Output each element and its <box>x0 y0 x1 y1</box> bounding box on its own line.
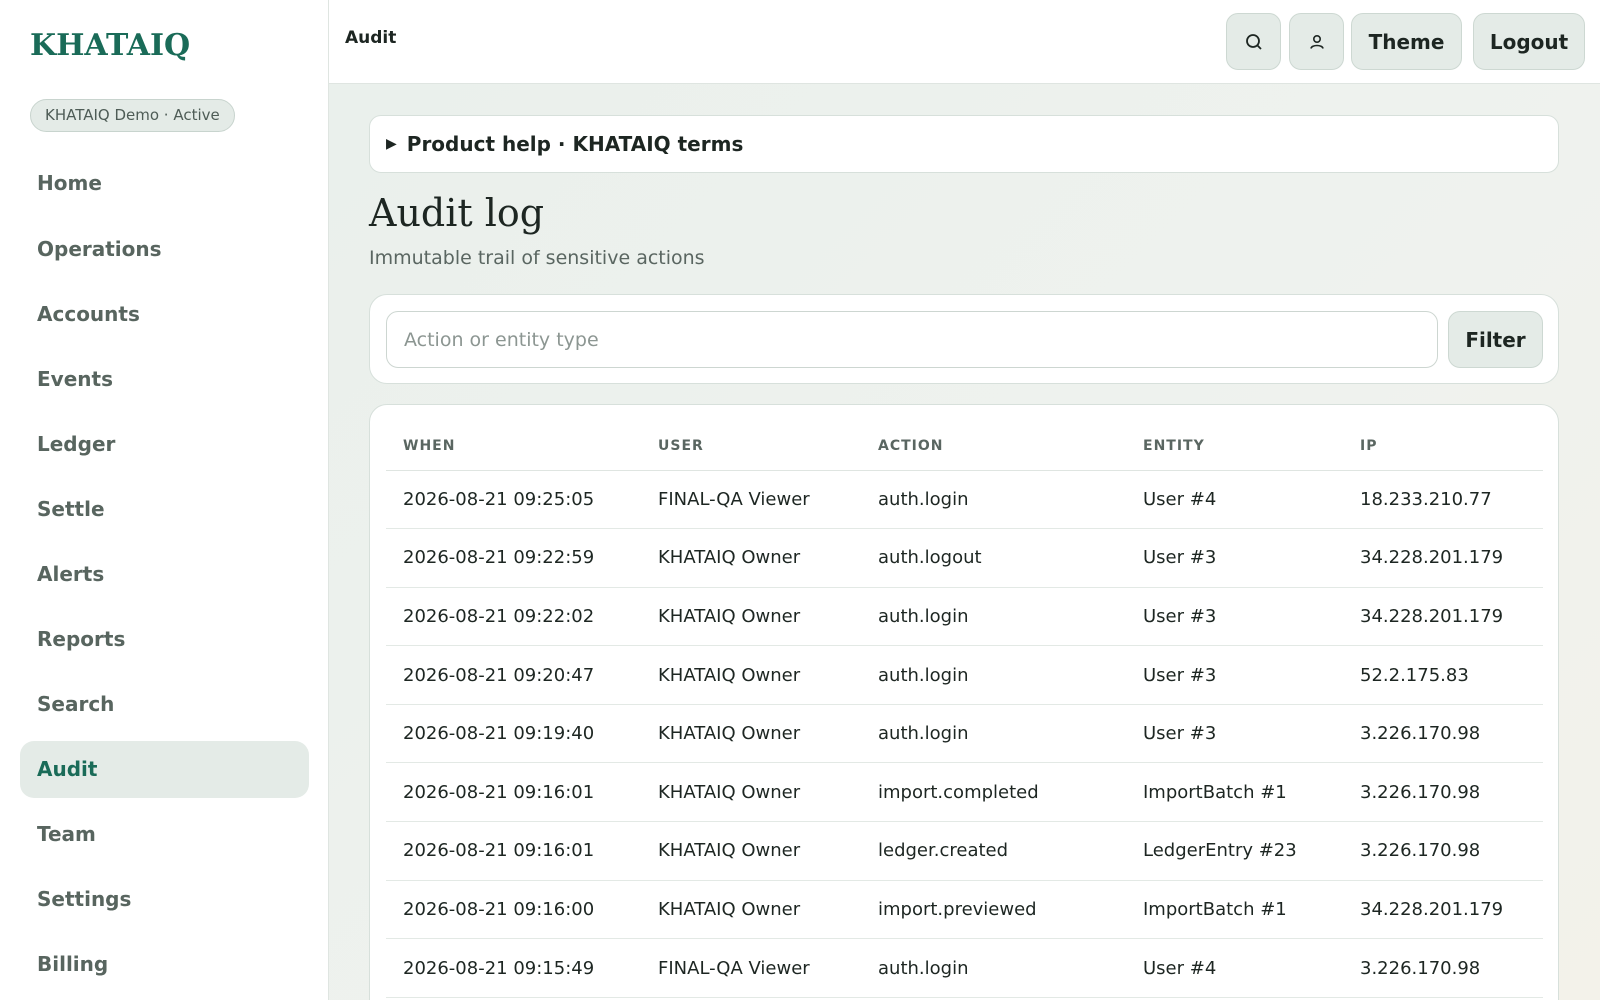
cell-ip: 3.226.170.98 <box>1343 821 1543 881</box>
cell-ip: 34.228.201.179 <box>1343 587 1543 647</box>
cell-when: 2026-08-21 09:16:01 <box>386 821 641 881</box>
table-row: 2026-08-21 09:19:40 KHATAIQ Owner auth.l… <box>386 704 1543 764</box>
cell-entity: ImportBatch #1 <box>1126 880 1343 940</box>
cell-action: auth.logout <box>861 528 1126 588</box>
sidebar: KHATAIQ KHATAIQ Demo · Active Home Opera… <box>0 0 329 1000</box>
sidebar-item-operations[interactable]: Operations <box>20 221 309 278</box>
product-help-label: Product help · KHATAIQ terms <box>406 132 744 156</box>
cell-user: KHATAIQ Owner <box>641 704 861 764</box>
cell-user: KHATAIQ Owner <box>641 880 861 940</box>
cell-action: auth.login <box>861 704 1126 764</box>
table-row: 2026-08-21 09:22:02 KHATAIQ Owner auth.l… <box>386 587 1543 647</box>
search-button[interactable] <box>1226 13 1281 70</box>
logout-button[interactable]: Logout <box>1473 13 1585 70</box>
sidebar-item-audit[interactable]: Audit <box>20 741 309 798</box>
sidebar-item-search[interactable]: Search <box>20 676 309 733</box>
cell-when: 2026-08-21 09:16:01 <box>386 762 641 823</box>
table-row: 2026-08-21 09:22:59 KHATAIQ Owner auth.l… <box>386 528 1543 588</box>
page-subtitle: Immutable trail of sensitive actions <box>369 247 705 269</box>
sidebar-item-alerts[interactable]: Alerts <box>20 546 309 603</box>
cell-action: import.previewed <box>861 880 1126 940</box>
sidebar-item-reports[interactable]: Reports <box>20 611 309 668</box>
table-row: 2026-08-21 09:16:01 KHATAIQ Owner ledger… <box>386 821 1543 881</box>
cell-user: FINAL-QA Viewer <box>641 470 861 530</box>
cell-entity: User #4 <box>1126 938 1343 998</box>
table-row: 2026-08-21 09:16:01 KHATAIQ Owner import… <box>386 762 1543 823</box>
table-row: 2026-08-21 09:16:00 KHATAIQ Owner import… <box>386 880 1543 940</box>
sidebar-item-ledger[interactable]: Ledger <box>20 416 309 473</box>
cell-entity: User #3 <box>1126 587 1343 647</box>
filter-card: Filter <box>369 294 1559 384</box>
top-bar: Audit Theme Logout <box>329 0 1600 84</box>
cell-action: import.completed <box>861 762 1126 823</box>
cell-entity: User #3 <box>1126 704 1343 764</box>
cell-action: auth.login <box>861 938 1126 998</box>
user-icon <box>1309 34 1324 49</box>
theme-button[interactable]: Theme <box>1351 13 1462 70</box>
column-header-ip: IP <box>1343 423 1543 471</box>
table-row: 2026-08-21 09:25:05 FINAL-QA Viewer auth… <box>386 470 1543 530</box>
cell-user: KHATAIQ Owner <box>641 528 861 588</box>
cell-ip: 3.226.170.98 <box>1343 938 1543 998</box>
cell-when: 2026-08-21 09:19:40 <box>386 704 641 764</box>
brand-logo[interactable]: KHATAIQ <box>30 28 190 63</box>
search-icon <box>1245 33 1262 50</box>
cell-when: 2026-08-21 09:16:00 <box>386 880 641 940</box>
audit-table: WHEN USER ACTION ENTITY IP 2026-08-21 09… <box>386 423 1543 998</box>
org-status-badge[interactable]: KHATAIQ Demo · Active <box>30 99 235 132</box>
audit-table-card: WHEN USER ACTION ENTITY IP 2026-08-21 09… <box>369 404 1559 1000</box>
cell-user: FINAL-QA Viewer <box>641 938 861 998</box>
table-header-row: WHEN USER ACTION ENTITY IP <box>386 423 1543 471</box>
column-header-entity: ENTITY <box>1126 423 1343 471</box>
column-header-user: USER <box>641 423 861 471</box>
sidebar-item-accounts[interactable]: Accounts <box>20 286 309 343</box>
column-header-when: WHEN <box>386 423 641 471</box>
cell-ip: 18.233.210.77 <box>1343 470 1543 530</box>
cell-ip: 3.226.170.98 <box>1343 762 1543 823</box>
main-content: ▶ Product help · KHATAIQ terms Audit log… <box>329 84 1600 1000</box>
cell-action: auth.login <box>861 645 1126 705</box>
profile-button[interactable] <box>1289 13 1344 70</box>
cell-ip: 34.228.201.179 <box>1343 528 1543 588</box>
breadcrumb: Audit <box>345 28 397 48</box>
cell-entity: LedgerEntry #23 <box>1126 821 1343 881</box>
cell-entity: User #3 <box>1126 528 1343 588</box>
cell-entity: User #4 <box>1126 470 1343 530</box>
filter-input[interactable] <box>386 311 1438 368</box>
cell-when: 2026-08-21 09:25:05 <box>386 470 641 530</box>
product-help-disclosure[interactable]: ▶ Product help · KHATAIQ terms <box>369 115 1559 173</box>
page-title: Audit log <box>369 191 545 235</box>
cell-when: 2026-08-21 09:22:59 <box>386 528 641 588</box>
disclosure-triangle-icon: ▶ <box>386 136 397 152</box>
cell-user: KHATAIQ Owner <box>641 645 861 705</box>
cell-user: KHATAIQ Owner <box>641 587 861 647</box>
table-row: 2026-08-21 09:15:49 FINAL-QA Viewer auth… <box>386 938 1543 998</box>
cell-action: auth.login <box>861 470 1126 530</box>
cell-action: auth.login <box>861 587 1126 647</box>
sidebar-item-settle[interactable]: Settle <box>20 481 309 538</box>
cell-entity: User #3 <box>1126 645 1343 705</box>
cell-ip: 52.2.175.83 <box>1343 645 1543 705</box>
cell-when: 2026-08-21 09:15:49 <box>386 938 641 998</box>
cell-action: ledger.created <box>861 821 1126 881</box>
sidebar-item-settings[interactable]: Settings <box>20 871 309 928</box>
sidebar-item-team[interactable]: Team <box>20 806 309 863</box>
cell-entity: ImportBatch #1 <box>1126 762 1343 823</box>
column-header-action: ACTION <box>861 423 1126 471</box>
cell-ip: 3.226.170.98 <box>1343 704 1543 764</box>
cell-ip: 34.228.201.179 <box>1343 880 1543 940</box>
sidebar-item-events[interactable]: Events <box>20 351 309 408</box>
table-row: 2026-08-21 09:20:47 KHATAIQ Owner auth.l… <box>386 645 1543 705</box>
cell-when: 2026-08-21 09:20:47 <box>386 645 641 705</box>
sidebar-item-home[interactable]: Home <box>20 155 309 212</box>
filter-button[interactable]: Filter <box>1448 311 1543 368</box>
cell-user: KHATAIQ Owner <box>641 821 861 881</box>
sidebar-item-billing[interactable]: Billing <box>20 936 309 993</box>
cell-user: KHATAIQ Owner <box>641 762 861 823</box>
cell-when: 2026-08-21 09:22:02 <box>386 587 641 647</box>
